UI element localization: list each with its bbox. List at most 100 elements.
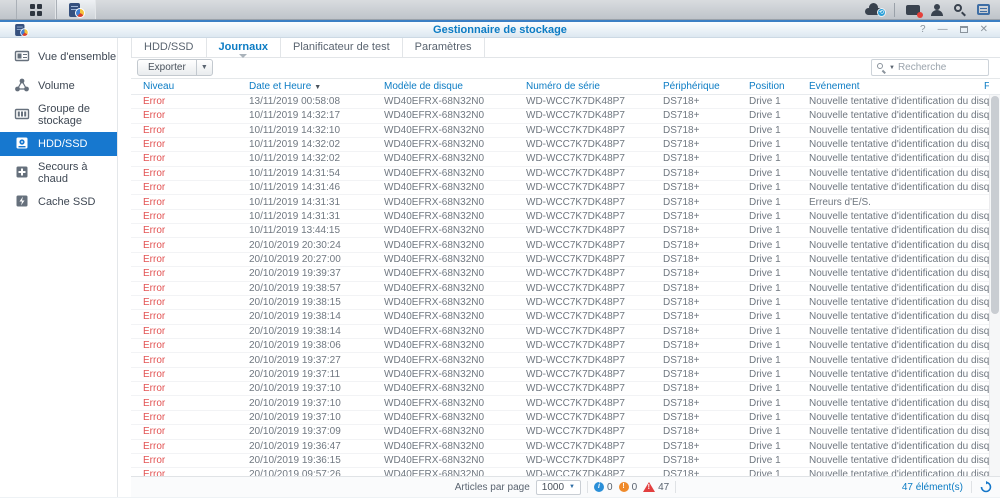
cell-level: Error: [131, 182, 237, 193]
tab-planificateur-de-test[interactable]: Planificateur de test: [281, 38, 403, 57]
table-row[interactable]: Error10/11/2019 13:44:15WD40EFRX-68N32N0…: [131, 224, 1000, 238]
sidebar-item-vue-d-ensemble[interactable]: Vue d'ensemble: [0, 45, 117, 69]
cell-event: Nouvelle tentative d'identification du d…: [797, 125, 1000, 136]
sidebar-item-cache-ssd[interactable]: Cache SSD: [0, 190, 117, 214]
sidebar-item-secours-chaud[interactable]: Secours à chaud: [0, 161, 117, 185]
cell-model: WD40EFRX-68N32N0: [372, 340, 514, 351]
cell-position: Drive 1: [737, 340, 797, 351]
cloud-sync-icon[interactable]: ⟲: [865, 4, 883, 15]
column-header--v-nement[interactable]: Événement: [797, 81, 989, 92]
total-items-label: 47 élément(s): [902, 482, 963, 493]
scrollbar-thumb[interactable]: [991, 96, 999, 314]
tab-param-tres[interactable]: Paramètres: [403, 38, 485, 57]
table-row[interactable]: Error20/10/2019 20:30:24WD40EFRX-68N32N0…: [131, 238, 1000, 252]
warning-count-icon[interactable]: !: [619, 482, 629, 492]
cell-event: Nouvelle tentative d'identification du d…: [797, 340, 1000, 351]
cell-device: DS718+: [651, 268, 737, 279]
cell-serial: WD-WCC7K7DK48P7: [514, 254, 651, 265]
cell-device: DS718+: [651, 240, 737, 251]
window-titlebar[interactable]: Gestionnaire de stockage ? — ✕: [0, 22, 1000, 38]
cell-datetime: 20/10/2019 19:36:15: [237, 455, 372, 466]
table-row[interactable]: Error20/10/2019 09:57:26WD40EFRX-68N32N0…: [131, 468, 1000, 476]
cell-model: WD40EFRX-68N32N0: [372, 125, 514, 136]
cell-serial: WD-WCC7K7DK48P7: [514, 268, 651, 279]
column-header-num-ro-de-s-rie[interactable]: Numéro de série: [514, 81, 651, 92]
table-row[interactable]: Error20/10/2019 19:38:14WD40EFRX-68N32N0…: [131, 310, 1000, 324]
sidebar-item-volume[interactable]: Volume: [0, 74, 117, 98]
cell-datetime: 20/10/2019 19:38:14: [237, 326, 372, 337]
export-button[interactable]: Exporter ▼: [137, 59, 213, 76]
cell-event: Nouvelle tentative d'identification du d…: [797, 168, 1000, 179]
table-row[interactable]: Error20/10/2019 19:38:15WD40EFRX-68N32N0…: [131, 296, 1000, 310]
cell-datetime: 10/11/2019 14:31:54: [237, 168, 372, 179]
column-header-mod-le-de-disque[interactable]: Modèle de disque: [372, 81, 514, 92]
cell-level: Error: [131, 455, 237, 466]
info-count-icon[interactable]: i: [594, 482, 604, 492]
refresh-icon[interactable]: [980, 481, 992, 493]
cell-model: WD40EFRX-68N32N0: [372, 225, 514, 236]
search-filter-arrow[interactable]: ▼: [889, 65, 895, 71]
tab-journaux[interactable]: Journaux: [207, 38, 282, 57]
table-row[interactable]: Error10/11/2019 14:32:10WD40EFRX-68N32N0…: [131, 124, 1000, 138]
table-row[interactable]: Error20/10/2019 19:37:27WD40EFRX-68N32N0…: [131, 353, 1000, 367]
cell-device: DS718+: [651, 96, 737, 107]
table-row[interactable]: Error10/11/2019 14:32:02WD40EFRX-68N32N0…: [131, 138, 1000, 152]
cell-datetime: 10/11/2019 14:32:02: [237, 139, 372, 150]
table-row[interactable]: Error20/10/2019 19:37:10WD40EFRX-68N32N0…: [131, 411, 1000, 425]
vertical-scrollbar[interactable]: [989, 95, 1000, 476]
table-row[interactable]: Error10/11/2019 14:32:17WD40EFRX-68N32N0…: [131, 109, 1000, 123]
column-header-date-et-heure[interactable]: Date et Heure▼: [237, 81, 372, 92]
export-dropdown-arrow[interactable]: ▼: [196, 60, 212, 75]
cell-event: Nouvelle tentative d'identification du d…: [797, 369, 1000, 380]
table-row[interactable]: Error10/11/2019 14:31:31WD40EFRX-68N32N0…: [131, 210, 1000, 224]
cell-serial: WD-WCC7K7DK48P7: [514, 225, 651, 236]
table-row[interactable]: Error10/11/2019 14:31:46WD40EFRX-68N32N0…: [131, 181, 1000, 195]
cell-model: WD40EFRX-68N32N0: [372, 182, 514, 193]
table-row[interactable]: Error20/10/2019 19:36:15WD40EFRX-68N32N0…: [131, 454, 1000, 468]
main-menu-button[interactable]: [16, 0, 56, 19]
cell-datetime: 13/11/2019 00:58:08: [237, 96, 372, 107]
sidebar-item-groupe-de-stockage[interactable]: Groupe de stockage: [0, 103, 117, 127]
minimize-button[interactable]: —: [938, 25, 948, 35]
cell-event: Nouvelle tentative d'identification du d…: [797, 254, 1000, 265]
pilot-view-icon[interactable]: [977, 4, 990, 15]
table-row[interactable]: Error20/10/2019 20:27:00WD40EFRX-68N32N0…: [131, 253, 1000, 267]
cell-level: Error: [131, 153, 237, 164]
table-row[interactable]: Error20/10/2019 19:38:06WD40EFRX-68N32N0…: [131, 339, 1000, 353]
maximize-button[interactable]: [960, 26, 968, 33]
column-header-niveau[interactable]: Niveau: [131, 81, 237, 92]
table-row[interactable]: Error13/11/2019 00:58:08WD40EFRX-68N32N0…: [131, 95, 1000, 109]
search-input[interactable]: ▼ Recherche: [871, 59, 989, 76]
table-row[interactable]: Error20/10/2019 19:39:37WD40EFRX-68N32N0…: [131, 267, 1000, 281]
table-row[interactable]: Error20/10/2019 19:36:47WD40EFRX-68N32N0…: [131, 440, 1000, 454]
tab-hdd-ssd[interactable]: HDD/SSD: [131, 38, 207, 57]
cell-serial: WD-WCC7K7DK48P7: [514, 153, 651, 164]
table-row[interactable]: Error20/10/2019 19:37:10WD40EFRX-68N32N0…: [131, 396, 1000, 410]
table-row[interactable]: Error20/10/2019 19:38:14WD40EFRX-68N32N0…: [131, 325, 1000, 339]
cell-level: Error: [131, 225, 237, 236]
cell-event: Nouvelle tentative d'identification du d…: [797, 455, 1000, 466]
notifications-icon[interactable]: [906, 5, 920, 15]
user-icon[interactable]: [931, 4, 943, 16]
column-header-p-riph-rique[interactable]: Périphérique: [651, 81, 737, 92]
close-button[interactable]: ✕: [980, 25, 988, 35]
help-button[interactable]: ?: [920, 25, 926, 35]
search-icon[interactable]: [954, 4, 966, 16]
table-row[interactable]: Error20/10/2019 19:37:10WD40EFRX-68N32N0…: [131, 382, 1000, 396]
column-header-position[interactable]: Position: [737, 81, 797, 92]
per-page-select[interactable]: 1000 ▼: [536, 480, 581, 495]
table-row[interactable]: Error10/11/2019 14:32:02WD40EFRX-68N32N0…: [131, 152, 1000, 166]
cell-event: Nouvelle tentative d'identification du d…: [797, 398, 1000, 409]
error-count-icon[interactable]: [643, 482, 655, 492]
table-row[interactable]: Error10/11/2019 14:31:54WD40EFRX-68N32N0…: [131, 167, 1000, 181]
sidebar-item-hdd-ssd[interactable]: HDD/SSD: [0, 132, 117, 156]
table-row[interactable]: Error10/11/2019 14:31:31WD40EFRX-68N32N0…: [131, 195, 1000, 209]
cell-serial: WD-WCC7K7DK48P7: [514, 469, 651, 476]
storage-manager-taskbar-button[interactable]: [56, 0, 96, 19]
cell-event: Nouvelle tentative d'identification du d…: [797, 153, 1000, 164]
table-row[interactable]: Error20/10/2019 19:37:09WD40EFRX-68N32N0…: [131, 425, 1000, 439]
table-row[interactable]: Error20/10/2019 19:37:11WD40EFRX-68N32N0…: [131, 368, 1000, 382]
cell-device: DS718+: [651, 355, 737, 366]
cell-level: Error: [131, 369, 237, 380]
table-row[interactable]: Error20/10/2019 19:38:57WD40EFRX-68N32N0…: [131, 282, 1000, 296]
